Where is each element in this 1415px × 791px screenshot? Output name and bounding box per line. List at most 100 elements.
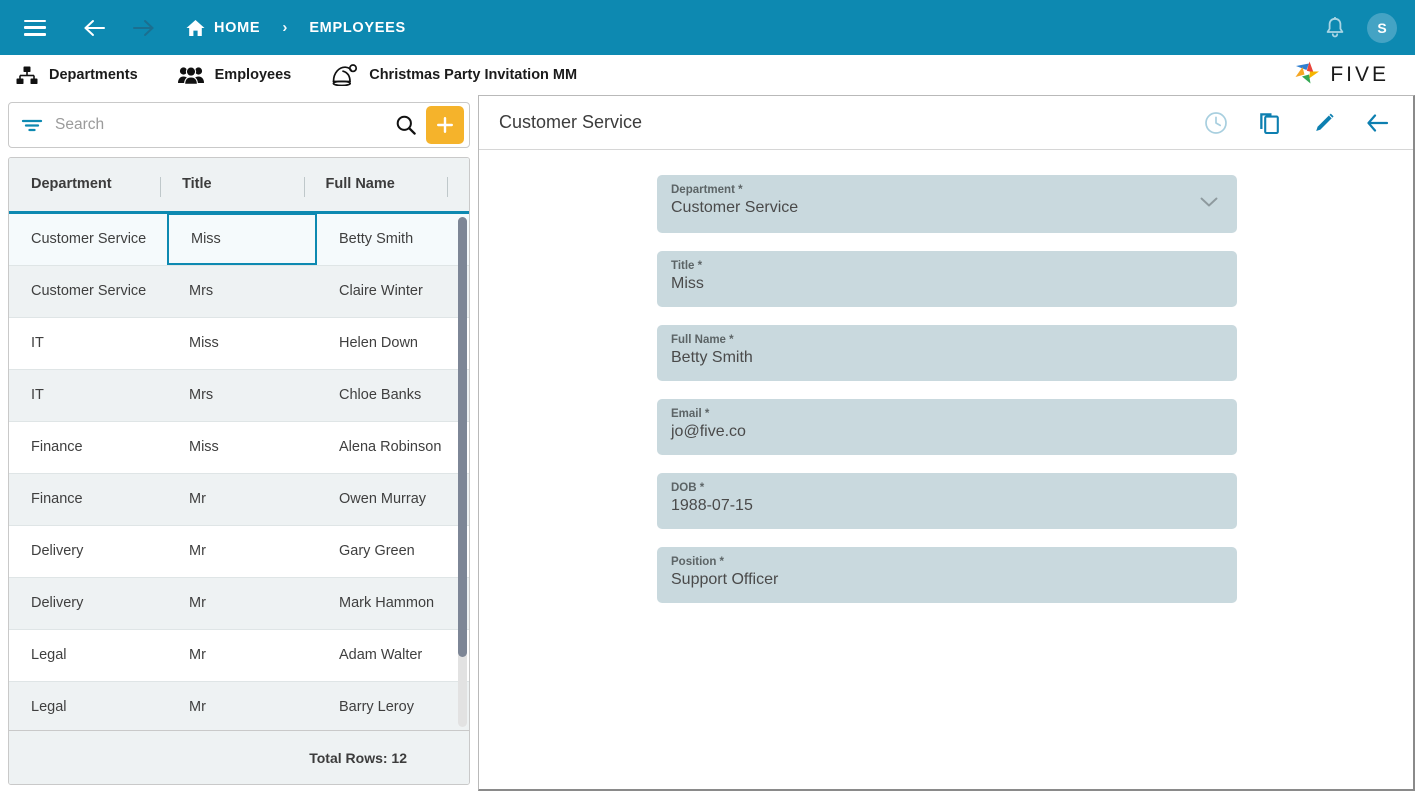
edit-button[interactable] [1311,110,1337,136]
table-cell-title[interactable]: Miss [167,213,317,265]
table-cell-full-name[interactable]: Alena Robinson [317,422,467,473]
user-avatar[interactable]: S [1367,12,1397,43]
table-cell-department[interactable]: IT [9,318,167,369]
table-row[interactable]: Customer Service Mrs Claire Winter [9,265,469,318]
table-cell-full-name[interactable]: Betty Smith [317,214,467,265]
table-cell-department[interactable]: Finance [9,422,167,473]
field-label: Title * [671,260,703,272]
table-cell-department[interactable]: IT [9,370,167,421]
menu-item-departments[interactable]: Departments [16,66,138,85]
table-cell-title[interactable]: Mrs [167,370,317,421]
column-header-department[interactable]: Department [9,158,160,211]
scrollbar-thumb[interactable] [458,216,467,657]
detail-header: Customer Service [479,96,1413,150]
table-cell-department[interactable]: Customer Service [9,214,167,265]
nav-back-button[interactable] [78,11,112,45]
field-label: Department * [671,184,743,196]
clock-icon [1205,111,1227,134]
main-content: Department Title Full Name Customer Serv… [0,95,1415,791]
table-cell-title[interactable]: Mr [167,578,317,629]
plus-icon [437,116,453,133]
table-cell-department[interactable]: Delivery [9,526,167,577]
table-cell-title[interactable]: Mrs [167,266,317,317]
filter-icon[interactable] [9,117,55,133]
menu-item-label: Departments [49,67,138,83]
menu-item-christmas-party-invitation[interactable]: Christmas Party Invitation MM [331,64,577,86]
table-cell-full-name[interactable]: Claire Winter [317,266,467,317]
breadcrumb-current: EMPLOYEES [309,19,406,36]
table-cell-title[interactable]: Mr [167,630,317,681]
field-label: Full Name * [671,334,734,346]
nav-forward-button[interactable] [126,11,160,45]
column-header-full-name[interactable]: Full Name [303,158,447,211]
duplicate-button[interactable] [1257,110,1283,136]
table-cell-full-name[interactable]: Barry Leroy [317,682,467,730]
field-value[interactable]: Support Officer [671,571,1219,589]
arrow-left-icon [1367,113,1389,132]
table-row[interactable]: Legal Mr Barry Leroy [9,681,469,730]
table-row[interactable]: Legal Mr Adam Walter [9,629,469,682]
table-cell-full-name[interactable]: Adam Walter [317,630,467,681]
detail-form-body: Department * Customer Service Title * Miss F… [479,150,1413,789]
table-cell-full-name[interactable]: Helen Down [317,318,467,369]
table-cell-department[interactable]: Legal [9,630,167,681]
column-header-title[interactable]: Title [160,158,303,211]
table-row[interactable]: Delivery Mr Gary Green [9,525,469,578]
table-row[interactable]: IT Miss Helen Down [9,317,469,370]
table-cell-department[interactable]: Customer Service [9,266,167,317]
hamburger-menu-button[interactable] [18,11,52,45]
close-detail-button[interactable] [1365,111,1391,135]
field-value[interactable]: Customer Service [671,199,1219,217]
search-input[interactable] [55,115,386,134]
search-icon[interactable] [386,114,426,136]
table-cell-full-name[interactable]: Mark Hammon [317,578,467,629]
history-button[interactable] [1203,110,1229,136]
table-row[interactable]: Delivery Mr Mark Hammon [9,577,469,630]
field-value[interactable]: jo@five.co [671,423,1219,441]
grid-header-row: Department Title Full Name [9,157,469,214]
notifications-button[interactable] [1325,16,1345,39]
field-value[interactable]: 1988-07-15 [671,497,1219,515]
topbar-right-group: S [1325,12,1397,43]
table-cell-title[interactable]: Mr [167,682,317,730]
five-pinwheel-logo [1293,59,1323,92]
table-cell-full-name[interactable]: Chloe Banks [317,370,467,421]
field-value[interactable]: Betty Smith [671,349,1219,367]
module-menu-bar: Departments Employees Christmas Party In… [0,55,1415,95]
detail-title: Customer Service [499,112,643,132]
form-field-fullname[interactable]: Full Name * Betty Smith [657,325,1237,381]
form-field-position[interactable]: Position * Support Officer [657,547,1237,603]
add-record-button[interactable] [426,105,464,144]
table-cell-department[interactable]: Finance [9,474,167,525]
table-row[interactable]: IT Mrs Chloe Banks [9,369,469,422]
table-cell-title[interactable]: Mr [167,474,317,525]
table-cell-full-name[interactable]: Gary Green [317,526,467,577]
chevron-down-icon[interactable] [1199,195,1219,213]
breadcrumb-home-link[interactable]: HOME [214,20,260,36]
menu-item-label: Employees [214,67,292,83]
table-row[interactable]: Customer Service Miss Betty Smith [9,213,469,266]
avatar-initial: S [1377,19,1387,36]
menu-item-employees[interactable]: Employees [177,65,292,85]
form-field-title[interactable]: Title * Miss [657,251,1237,307]
table-row[interactable]: Finance Mr Owen Murray [9,473,469,526]
form-field-dob[interactable]: DOB * 1988-07-15 [657,473,1237,529]
breadcrumb-separator: › [282,19,288,36]
santa-hat-icon [331,64,358,86]
brand-name: FIVE [1330,63,1389,86]
form-field-email[interactable]: Email * jo@five.co [657,399,1237,455]
users-group-icon [177,65,204,85]
table-cell-title[interactable]: Mr [167,526,317,577]
form-field-department[interactable]: Department * Customer Service [657,175,1237,233]
table-row[interactable]: Finance Miss Alena Robinson [9,421,469,474]
table-cell-department[interactable]: Legal [9,682,167,730]
grid-vertical-scrollbar[interactable] [458,216,467,727]
table-cell-full-name[interactable]: Owen Murray [317,474,467,525]
table-cell-title[interactable]: Miss [167,422,317,473]
menu-item-label: Christmas Party Invitation MM [369,67,578,83]
table-cell-department[interactable]: Delivery [9,578,167,629]
table-cell-title[interactable]: Miss [167,318,317,369]
field-value[interactable]: Miss [671,275,1219,293]
employee-detail-panel: Customer Service Department * Customer S… [478,95,1415,791]
column-header-spacer [447,158,469,211]
